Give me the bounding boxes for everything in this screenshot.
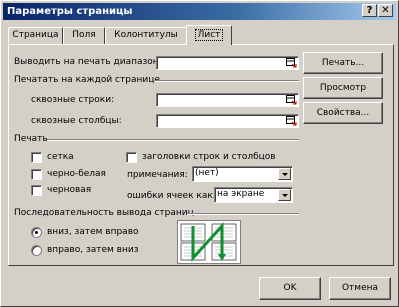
titles-group-divider [154,80,299,82]
tab-sheet[interactable]: Лист [186,25,232,45]
titles-group-label: Печатать на каждой странице [14,75,160,85]
cell-errors-select[interactable]: на экране [214,187,293,203]
collapse-dialog-icon[interactable] [286,95,297,105]
tab-page[interactable]: Страница [8,27,63,44]
rows-to-repeat-label: сквозные строки: [31,95,115,105]
print-area-label: Выводить на печать диапазон: [14,57,162,67]
collapse-dialog-icon[interactable] [286,58,297,68]
comments-label: примечания: [127,170,188,180]
cancel-button[interactable]: Отмена [329,277,391,300]
page-order-group-label: Последовательность вывода страниц [14,208,194,218]
help-icon: ? [366,5,373,16]
headings-label: заголовки строк и столбцов [142,152,276,162]
draft-checkbox[interactable] [31,185,42,196]
print-group-label: Печать [14,134,48,144]
black-white-label: черно-белая [47,169,106,179]
gridlines-label: сетка [47,152,74,162]
tab-margins-label: Поля [72,30,96,40]
cols-to-repeat-label: сквозные столбцы: [31,116,122,126]
close-icon: ✕ [381,5,390,16]
page-setup-dialog: Параметры страницы ? ✕ Страница Поля Кол… [0,0,399,307]
black-white-checkbox[interactable] [31,169,42,180]
tab-margins[interactable]: Поля [63,27,105,44]
print-button-label: Печать... [321,58,365,68]
down-then-over-radio[interactable] [31,227,42,238]
print-button[interactable]: Печать... [303,52,383,74]
print-group-divider [47,139,299,141]
chevron-down-icon[interactable] [278,168,291,180]
preview-button-label: Просмотр [319,83,367,93]
cancel-button-label: Отмена [341,283,379,293]
ok-button-label: OK [283,283,297,293]
close-button[interactable]: ✕ [378,4,393,17]
preview-button[interactable]: Просмотр [303,77,383,99]
chevron-down-icon[interactable] [278,189,291,201]
over-then-down-radio[interactable] [31,245,42,256]
headings-checkbox[interactable] [126,152,137,163]
page-order-group-divider [187,213,299,215]
tab-page-label: Страница [12,30,59,40]
print-area-input[interactable] [156,56,299,70]
comments-value: (нет) [195,168,219,178]
tab-header-footer-label: Колонтитулы [114,30,178,40]
ok-button[interactable]: OK [259,277,321,300]
collapse-dialog-icon[interactable] [286,116,297,126]
cols-to-repeat-input[interactable] [156,114,299,128]
options-button[interactable]: Свойства... [303,102,383,124]
comments-select[interactable]: (нет) [192,166,293,182]
window-title: Параметры страницы [7,6,133,17]
page-order-preview-icon [177,220,241,264]
rows-to-repeat-input[interactable] [156,93,299,107]
options-button-label: Свойства... [316,108,370,118]
tab-sheet-label: Лист [194,29,224,41]
cell-errors-value: на экране [217,189,265,199]
down-then-over-label: вниз, затем вправо [47,227,139,237]
title-bar: Параметры страницы [3,3,396,20]
gridlines-checkbox[interactable] [31,152,42,163]
over-then-down-label: вправо, затем вниз [47,245,139,255]
tab-header-footer[interactable]: Колонтитулы [105,27,187,44]
cell-errors-label: ошибки ячеек как: [127,191,216,201]
help-button[interactable]: ? [362,4,377,17]
draft-label: черновая [47,185,92,195]
